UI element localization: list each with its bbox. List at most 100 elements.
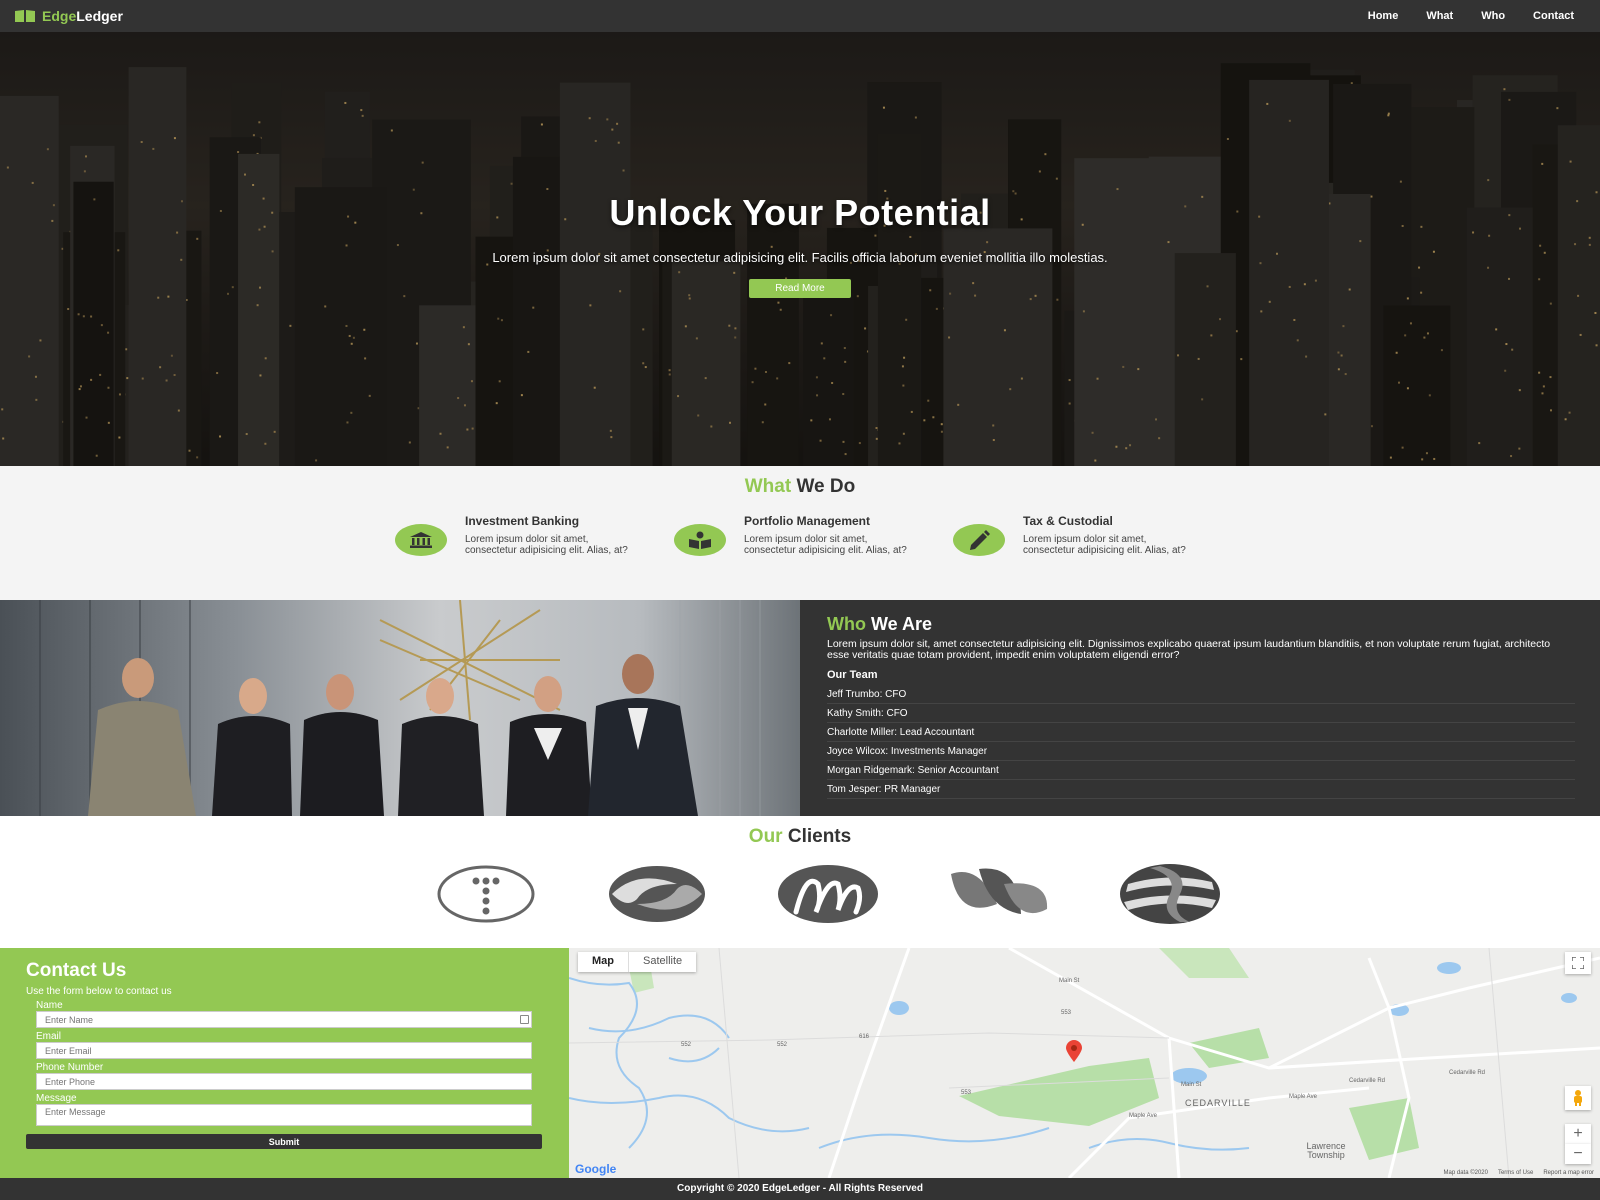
road-label: 616	[859, 1034, 870, 1040]
report-error-link[interactable]: Report a map error	[1543, 1170, 1594, 1176]
service-tax-custodial: Tax & Custodial Lorem ipsum dolor sit am…	[953, 514, 1232, 556]
fullscreen-icon[interactable]	[1565, 952, 1591, 974]
team-heading: Our Team	[827, 669, 878, 681]
what-title-accent: What	[744, 476, 792, 497]
contact-title: Contact Us	[26, 960, 127, 981]
road-label: Maple Ave	[1129, 1113, 1157, 1119]
footer: Copyright © 2020 EdgeLedger - All Rights…	[0, 1178, 1600, 1200]
map-marker-icon[interactable]	[1066, 1040, 1082, 1062]
who-title-accent: Who	[827, 614, 866, 634]
phone-label: Phone Number	[36, 1062, 104, 1073]
service-investment-banking: Investment Banking Lorem ipsum dolor sit…	[395, 514, 674, 556]
service-title: Tax & Custodial	[1023, 514, 1113, 528]
team-list: Jeff Trumbo: CFO Kathy Smith: CFO Charlo…	[827, 685, 1575, 799]
zoom-in-icon[interactable]: +	[1565, 1124, 1591, 1144]
name-input[interactable]	[36, 1011, 532, 1028]
satellite-tab[interactable]: Satellite	[628, 952, 696, 972]
road-label: Main St	[1059, 978, 1080, 984]
who-content: Who We Are Lorem ipsum dolor sit, amet c…	[827, 614, 1575, 799]
hero-content: Unlock Your Potential Lorem ipsum dolor …	[0, 192, 1600, 298]
map-embed[interactable]: 553 552 552 616 553 Cedarville Rd Cedarv…	[569, 948, 1600, 1178]
who-description: Lorem ipsum dolor sit, amet consectetur …	[827, 638, 1551, 661]
clients-title: Our Clients	[0, 816, 1600, 848]
brand-logo[interactable]: EdgeLedger	[14, 8, 123, 24]
pencil-icon	[953, 524, 1005, 556]
nav-link-contact[interactable]: Contact	[1533, 10, 1574, 22]
hero-title: Unlock Your Potential	[609, 192, 991, 233]
open-book-icon	[15, 10, 35, 22]
copyright-text: Copyright © 2020 EdgeLedger - All Rights…	[677, 1183, 923, 1194]
map-data-text: Map data ©2020	[1443, 1170, 1488, 1176]
what-title: What We Do	[0, 466, 1600, 498]
road-label: 553	[1061, 1010, 1072, 1016]
clients-title-rest: Clients	[782, 826, 852, 847]
who-we-are-section: Who We Are Lorem ipsum dolor sit, amet c…	[0, 600, 1600, 816]
service-text: Lorem ipsum dolor sit amet, consectetur …	[465, 534, 628, 556]
client-logo-m	[742, 862, 913, 926]
what-title-rest: We Do	[791, 476, 856, 497]
list-item: Jeff Trumbo: CFO	[827, 685, 1575, 704]
service-text: Lorem ipsum dolor sit amet, consectetur …	[1023, 534, 1186, 556]
who-title: Who We Are	[827, 614, 1575, 635]
list-item: Joyce Wilcox: Investments Manager	[827, 742, 1575, 761]
autofill-icon[interactable]	[520, 1015, 529, 1024]
map-place-label: CEDARVILLE	[1185, 1098, 1251, 1108]
road-label: Main St	[1181, 1082, 1202, 1088]
navbar: EdgeLedger Home What Who Contact	[0, 0, 1600, 32]
contact-subtitle: Use the form below to contact us	[26, 986, 172, 997]
message-label: Message	[36, 1093, 77, 1104]
road-label: 552	[777, 1042, 788, 1048]
team-photo	[0, 600, 800, 816]
name-label: Name	[36, 1000, 63, 1011]
email-label: Email	[36, 1031, 62, 1042]
hero-subtitle: Lorem ipsum dolor sit amet consectetur a…	[492, 250, 1108, 265]
nav-links: Home What Who Contact	[1368, 10, 1574, 22]
message-textarea[interactable]	[36, 1104, 532, 1126]
road-label: Maple Ave	[1289, 1094, 1317, 1100]
street-view-icon[interactable]	[1565, 1086, 1591, 1110]
book-reader-icon	[674, 524, 726, 556]
services-list: Investment Banking Lorem ipsum dolor sit…	[395, 514, 1232, 556]
phone-input[interactable]	[36, 1073, 532, 1090]
google-logo: Google	[575, 1162, 616, 1176]
list-item: Kathy Smith: CFO	[827, 704, 1575, 723]
list-item: Tom Jesper: PR Manager	[827, 780, 1575, 799]
clients-title-accent: Our	[748, 826, 783, 847]
list-item: Morgan Ridgemark: Senior Accountant	[827, 761, 1575, 780]
road-label: 552	[681, 1042, 692, 1048]
list-item: Charlotte Miller: Lead Accountant	[827, 723, 1575, 742]
client-logo-swirl	[571, 862, 742, 926]
client-logo-globe	[1084, 862, 1255, 926]
bank-icon	[395, 524, 447, 556]
map-tab[interactable]: Map	[578, 952, 628, 972]
service-title: Investment Banking	[465, 514, 580, 528]
read-more-button[interactable]: Read More	[749, 279, 851, 298]
map-place-label: Lawrence Township	[1306, 1141, 1346, 1160]
service-title: Portfolio Management	[744, 514, 871, 528]
what-we-do-section: What We Do Investment Banking Lorem ipsu…	[0, 466, 1600, 600]
service-text: Lorem ipsum dolor sit amet, consectetur …	[744, 534, 907, 556]
nav-link-home[interactable]: Home	[1368, 10, 1399, 22]
submit-button[interactable]: Submit	[26, 1134, 542, 1149]
road-label: Cedarville Rd	[1449, 1070, 1486, 1076]
nav-link-what[interactable]: What	[1426, 10, 1453, 22]
client-logo-petals	[913, 862, 1084, 926]
brand-accent: Edge	[42, 8, 77, 24]
client-logo-t	[400, 862, 571, 926]
zoom-out-icon[interactable]: −	[1565, 1144, 1591, 1164]
map-type-toggle: Map Satellite	[578, 952, 697, 972]
email-input[interactable]	[36, 1042, 532, 1059]
who-title-rest: We Are	[865, 614, 933, 634]
client-logos	[400, 862, 1255, 926]
brand-rest: Ledger	[76, 8, 123, 24]
road-label: 553	[961, 1090, 972, 1096]
map-canvas[interactable]	[569, 948, 1600, 1178]
hero-section: Unlock Your Potential Lorem ipsum dolor …	[0, 32, 1600, 466]
road-label: Cedarville Rd	[1349, 1078, 1386, 1084]
terms-link[interactable]: Terms of Use	[1498, 1170, 1533, 1176]
map-footer: Map data ©2020 Terms of Use Report a map…	[1444, 1170, 1594, 1176]
contact-section: Contact Us Use the form below to contact…	[0, 948, 569, 1178]
service-portfolio-management: Portfolio Management Lorem ipsum dolor s…	[674, 514, 953, 556]
nav-link-who[interactable]: Who	[1481, 10, 1505, 22]
clients-section: Our Clients	[0, 816, 1600, 948]
